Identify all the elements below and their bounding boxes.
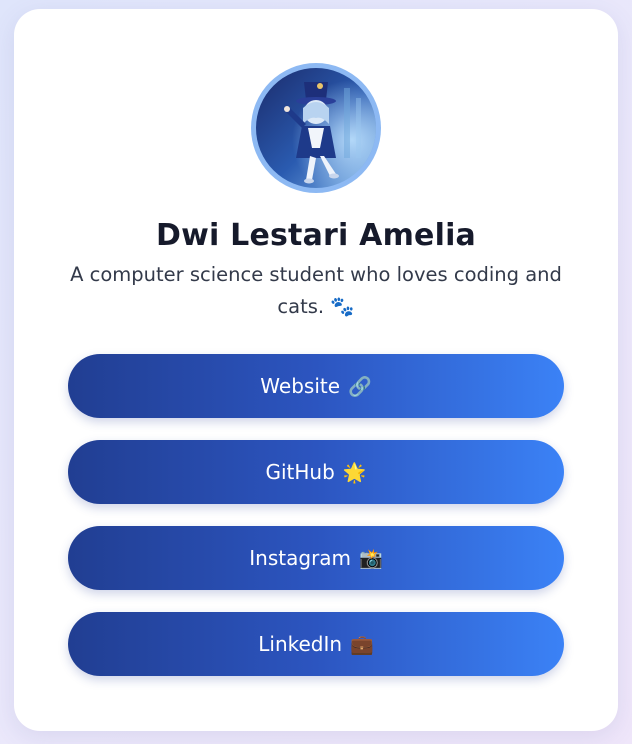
link-icon: 🔗 — [348, 375, 372, 398]
instagram-link-button[interactable]: Instagram 📸 — [68, 526, 564, 590]
github-link-label: GitHub — [265, 460, 335, 484]
linkedin-link-label: LinkedIn — [258, 632, 343, 656]
link-list: Website 🔗 GitHub 🌟 Instagram 📸 LinkedIn … — [68, 354, 564, 698]
profile-card: Dwi Lestari Amelia A computer science st… — [14, 9, 618, 731]
glowing-star-icon: 🌟 — [342, 461, 367, 484]
profile-bio: A computer science student who loves cod… — [54, 259, 578, 323]
github-link-button[interactable]: GitHub 🌟 — [68, 440, 564, 504]
paw-prints-icon: 🐾 — [330, 295, 355, 318]
website-link-label: Website — [260, 374, 341, 398]
website-link-button[interactable]: Website 🔗 — [68, 354, 564, 418]
camera-icon: 📸 — [359, 547, 383, 570]
bio-line-2: cats. — [277, 295, 325, 318]
instagram-link-label: Instagram — [249, 546, 352, 570]
profile-name: Dwi Lestari Amelia — [155, 218, 476, 253]
linkedin-link-button[interactable]: LinkedIn 💼 — [68, 612, 564, 676]
briefcase-icon: 💼 — [350, 633, 374, 656]
bio-line-1: A computer science student who loves cod… — [70, 263, 562, 286]
avatar — [251, 63, 381, 193]
avatar-image — [256, 68, 376, 188]
